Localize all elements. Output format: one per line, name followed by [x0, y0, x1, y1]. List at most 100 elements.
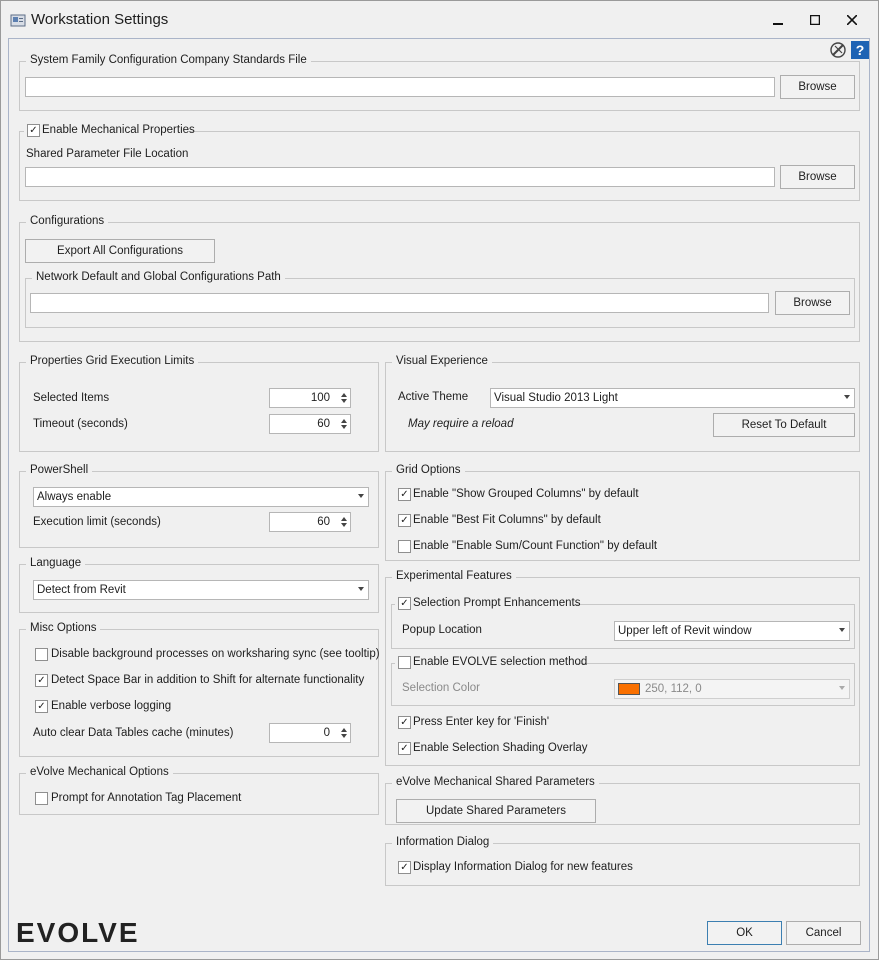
misc-options-legend: Misc Options	[26, 622, 101, 634]
spin-up-icon[interactable]	[341, 419, 347, 423]
selected-items-label: Selected Items	[33, 392, 110, 404]
selected-items-value: 100	[310, 392, 330, 404]
ok-button[interactable]: OK	[707, 921, 782, 945]
spin-up-icon[interactable]	[341, 393, 347, 397]
selected-items-spinner[interactable]: 100	[269, 388, 351, 408]
maximize-button[interactable]	[801, 9, 829, 31]
update-shared-parameters-button[interactable]: Update Shared Parameters	[396, 799, 596, 823]
network-path-input[interactable]	[30, 293, 769, 313]
execution-limit-label: Execution limit (seconds)	[33, 516, 161, 528]
shared-param-input[interactable]	[25, 167, 775, 187]
grouped-columns-label: Enable "Show Grouped Columns" by default	[413, 488, 639, 500]
maximize-icon	[810, 15, 820, 25]
enable-mechanical-checkbox[interactable]: ✓	[27, 124, 40, 137]
spin-up-icon[interactable]	[341, 517, 347, 521]
grid-options-legend: Grid Options	[392, 464, 465, 476]
press-enter-checkbox[interactable]: ✓	[398, 716, 411, 729]
spin-up-icon[interactable]	[341, 728, 347, 732]
annotation-tag-checkbox[interactable]	[35, 792, 48, 805]
language-legend: Language	[26, 557, 86, 569]
information-dialog-legend: Information Dialog	[392, 836, 494, 848]
evolve-selection-label: Enable EVOLVE selection method	[413, 656, 588, 668]
check-icon: ✓	[37, 700, 46, 712]
minimize-button[interactable]	[764, 9, 792, 31]
spin-down-icon[interactable]	[341, 425, 347, 429]
best-fit-checkbox[interactable]: ✓	[398, 514, 411, 527]
app-icon	[10, 14, 26, 27]
active-theme-select[interactable]: Visual Studio 2013 Light	[490, 388, 855, 408]
check-icon: ✓	[29, 124, 38, 136]
reset-theme-button[interactable]: Reset To Default	[713, 413, 855, 437]
shared-param-browse-button[interactable]: Browse	[780, 165, 855, 189]
execution-limit-spinner[interactable]: 60	[269, 512, 351, 532]
wrench-icon[interactable]	[829, 41, 847, 59]
space-bar-label: Detect Space Bar in addition to Shift fo…	[51, 674, 365, 686]
timeout-spinner[interactable]: 60	[269, 414, 351, 434]
close-button[interactable]	[838, 9, 866, 31]
information-dialog-checkbox[interactable]: ✓	[398, 861, 411, 874]
selection-shading-checkbox[interactable]: ✓	[398, 742, 411, 755]
experimental-legend: Experimental Features	[392, 570, 516, 582]
check-icon: ✓	[400, 716, 409, 728]
language-value: Detect from Revit	[37, 584, 126, 596]
cache-value: 0	[323, 727, 330, 739]
space-bar-checkbox[interactable]: ✓	[35, 674, 48, 687]
network-path-legend: Network Default and Global Configuration…	[32, 271, 285, 283]
selection-prompt-checkbox[interactable]: ✓	[398, 597, 411, 610]
cancel-button[interactable]: Cancel	[786, 921, 861, 945]
check-icon: ✓	[400, 514, 409, 526]
evolve-logo: EVOLVE	[16, 917, 140, 948]
enable-mechanical-label: Enable Mechanical Properties	[42, 124, 195, 136]
spin-down-icon[interactable]	[341, 523, 347, 527]
mechanical-shared-legend: eVolve Mechanical Shared Parameters	[392, 776, 599, 788]
verbose-logging-checkbox[interactable]: ✓	[35, 700, 48, 713]
window-title: Workstation Settings	[31, 11, 169, 28]
grouped-columns-checkbox[interactable]: ✓	[398, 488, 411, 501]
disable-background-checkbox[interactable]	[35, 648, 48, 661]
close-icon	[847, 15, 857, 25]
check-icon: ✓	[400, 488, 409, 500]
reload-note: May require a reload	[408, 418, 514, 430]
network-path-browse-button[interactable]: Browse	[775, 291, 850, 315]
standards-file-legend: System Family Configuration Company Stan…	[26, 54, 311, 66]
grid-limits-legend: Properties Grid Execution Limits	[26, 355, 199, 367]
sum-count-checkbox[interactable]	[398, 540, 411, 553]
evolve-selection-checkbox[interactable]	[398, 656, 411, 669]
timeout-value: 60	[317, 418, 330, 430]
spin-down-icon[interactable]	[341, 399, 347, 403]
active-theme-value: Visual Studio 2013 Light	[494, 392, 618, 404]
mechanical-group	[19, 131, 860, 201]
powershell-mode-value: Always enable	[37, 491, 112, 503]
popup-location-value: Upper left of Revit window	[618, 625, 752, 637]
information-dialog-label: Display Information Dialog for new featu…	[413, 861, 633, 873]
annotation-tag-label: Prompt for Annotation Tag Placement	[51, 792, 242, 804]
popup-location-label: Popup Location	[402, 624, 482, 636]
shared-param-label: Shared Parameter File Location	[26, 148, 189, 160]
title-bar: Workstation Settings	[1, 1, 878, 37]
mechanical-options-legend: eVolve Mechanical Options	[26, 766, 173, 778]
language-select[interactable]: Detect from Revit	[33, 580, 369, 600]
standards-file-input[interactable]	[25, 77, 775, 97]
timeout-label: Timeout (seconds)	[33, 418, 128, 430]
cache-spinner[interactable]: 0	[269, 723, 351, 743]
spin-down-icon[interactable]	[341, 734, 347, 738]
check-icon: ✓	[400, 597, 409, 609]
help-icon[interactable]: ?	[851, 41, 869, 59]
color-swatch	[618, 683, 640, 695]
chevron-down-icon	[358, 494, 364, 498]
chevron-down-icon	[839, 686, 845, 690]
visual-experience-legend: Visual Experience	[392, 355, 492, 367]
popup-location-select[interactable]: Upper left of Revit window	[614, 621, 850, 641]
execution-limit-value: 60	[317, 516, 330, 528]
press-enter-label: Press Enter key for 'Finish'	[413, 716, 550, 728]
chevron-down-icon	[844, 395, 850, 399]
selection-color-label: Selection Color	[402, 682, 480, 694]
standards-browse-button[interactable]: Browse	[780, 75, 855, 99]
selection-color-select[interactable]: 250, 112, 0	[614, 679, 850, 699]
powershell-group: PowerShell	[19, 464, 379, 548]
export-configurations-button[interactable]: Export All Configurations	[25, 239, 215, 263]
sum-count-label: Enable "Enable Sum/Count Function" by de…	[413, 540, 658, 552]
selection-prompt-label: Selection Prompt Enhancements	[413, 597, 581, 609]
powershell-mode-select[interactable]: Always enable	[33, 487, 369, 507]
disable-background-label: Disable background processes on workshar…	[51, 648, 380, 660]
